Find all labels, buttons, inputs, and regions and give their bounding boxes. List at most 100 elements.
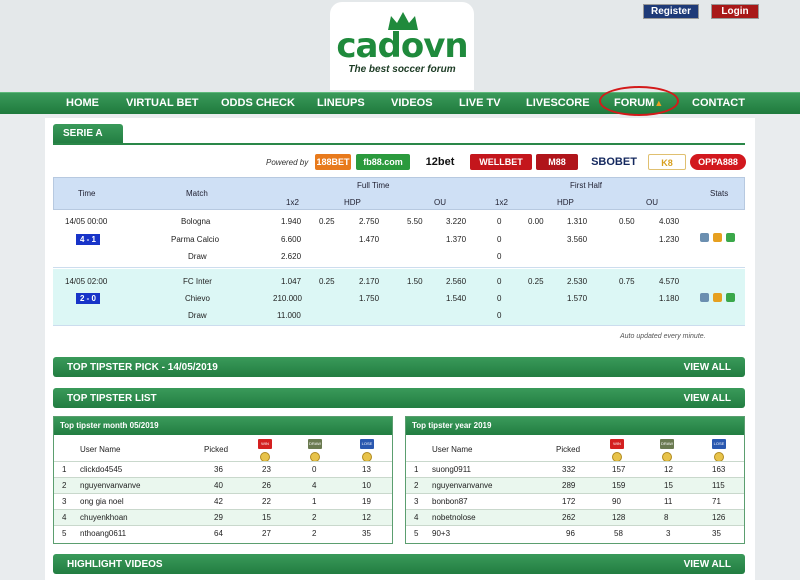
odds-value[interactable]: 2.530 xyxy=(567,277,587,286)
bookmaker-logo[interactable]: fb88.com xyxy=(356,154,410,170)
bookmaker-logo[interactable]: K8 xyxy=(648,154,686,170)
bookmaker-logo[interactable]: WELLBET xyxy=(470,154,532,170)
nav-lineups[interactable]: LINEUPS xyxy=(317,97,365,109)
odds-value[interactable]: 4.570 xyxy=(659,277,679,286)
win-badge-icon: WIN xyxy=(610,439,624,449)
user-name[interactable]: bonbon87 xyxy=(432,497,468,506)
team-away[interactable]: Parma Calcio xyxy=(171,235,219,244)
odds-value[interactable]: 1.750 xyxy=(359,294,379,303)
user-name[interactable]: nguyenvanvanve xyxy=(432,481,493,490)
odds-value[interactable]: 3.220 xyxy=(446,217,466,226)
odds-value[interactable]: 6.600 xyxy=(281,235,301,244)
stats-trend-icon[interactable] xyxy=(713,233,722,242)
nav-odds-check[interactable]: ODDS CHECK xyxy=(221,97,295,109)
tipster-row[interactable]: 3 bonbon87 172 90 11 71 xyxy=(406,493,744,509)
bookmaker-logo[interactable]: 12bet xyxy=(414,154,466,170)
bookmaker-logo[interactable]: 188BET xyxy=(315,154,351,170)
col-ft-1x2: 1x2 xyxy=(286,198,299,207)
site-logo[interactable]: cadovn The best soccer forum xyxy=(330,2,474,90)
tipster-row[interactable]: 5 90+3 96 58 3 35 xyxy=(406,525,744,541)
nav-livescore[interactable]: LIVESCORE xyxy=(526,97,590,109)
rank: 4 xyxy=(414,513,419,522)
odds-value[interactable]: 1.470 xyxy=(359,235,379,244)
stats-table-icon[interactable] xyxy=(700,293,709,302)
stats-money-icon[interactable] xyxy=(726,233,735,242)
odds-value[interactable]: 3.560 xyxy=(567,235,587,244)
bookmaker-logo[interactable]: M88 xyxy=(536,154,578,170)
tipster-row[interactable]: 1 clickdo4545 36 23 0 13 xyxy=(54,461,392,477)
tipster-year-title: Top tipster year 2019 xyxy=(406,417,744,435)
user-name[interactable]: chuyenkhoan xyxy=(80,513,128,522)
login-button[interactable]: Login xyxy=(711,4,759,19)
user-name[interactable]: nobetnolose xyxy=(432,513,476,522)
bookmaker-logo[interactable]: SBOBET xyxy=(584,154,644,170)
team-away[interactable]: Chievo xyxy=(185,294,210,303)
lose-count: 12 xyxy=(362,513,371,522)
odds-value[interactable]: 2.560 xyxy=(446,277,466,286)
odds-value[interactable]: 1.310 xyxy=(567,217,587,226)
hdp-line: 0.00 xyxy=(528,217,544,226)
nav-live-tv[interactable]: LIVE TV xyxy=(459,97,501,109)
team-home[interactable]: Bologna xyxy=(181,217,210,226)
register-button[interactable]: Register xyxy=(643,4,699,19)
user-name[interactable]: 90+3 xyxy=(432,529,450,538)
odds-value[interactable]: 1.370 xyxy=(446,235,466,244)
user-name[interactable]: suong0911 xyxy=(432,465,471,474)
odds-value[interactable]: 2.620 xyxy=(281,252,301,261)
odds-value[interactable]: 2.170 xyxy=(359,277,379,286)
odds-value[interactable]: 2.750 xyxy=(359,217,379,226)
user-name[interactable]: nguyenvanvanve xyxy=(80,481,141,490)
league-tab[interactable]: SERIE A xyxy=(53,124,123,144)
user-name[interactable]: ong gia noel xyxy=(80,497,124,506)
ou-line: 0.75 xyxy=(619,277,635,286)
tipster-row[interactable]: 2 nguyenvanvanve 289 159 15 115 xyxy=(406,477,744,493)
odds-value[interactable]: 0 xyxy=(497,217,501,226)
tipster-row[interactable]: 3 ong gia noel 42 22 1 19 xyxy=(54,493,392,509)
col-fh-1x2: 1x2 xyxy=(495,198,508,207)
tipster-row[interactable]: 4 chuyenkhoan 29 15 2 12 xyxy=(54,509,392,525)
odds-value[interactable]: 0 xyxy=(497,235,501,244)
nav-home[interactable]: HOME xyxy=(66,97,99,109)
odds-value[interactable]: 1.540 xyxy=(446,294,466,303)
tipster-row[interactable]: 5 nthoang0611 64 27 2 35 xyxy=(54,525,392,541)
match-score[interactable]: 2 - 0 xyxy=(76,293,100,304)
picked-count: 64 xyxy=(214,529,223,538)
team-home[interactable]: FC Inter xyxy=(183,277,212,286)
picked-count: 172 xyxy=(562,497,576,506)
stats-trend-icon[interactable] xyxy=(713,293,722,302)
tipster-row[interactable]: 2 nguyenvanvanve 40 26 4 10 xyxy=(54,477,392,493)
bookmaker-logo[interactable]: OPPA888 xyxy=(690,154,746,170)
odds-value[interactable]: 0 xyxy=(497,277,501,286)
nav-virtual-bet[interactable]: VIRTUAL BET xyxy=(126,97,199,109)
nav-videos[interactable]: VIDEOS xyxy=(391,97,433,109)
view-all-link[interactable]: VIEW ALL xyxy=(684,362,731,373)
match-score[interactable]: 4 - 1 xyxy=(76,234,100,245)
odds-value[interactable]: 1.570 xyxy=(567,294,587,303)
league-tab-underline xyxy=(53,143,745,145)
odds-value[interactable]: 11.000 xyxy=(277,311,301,320)
win-count: 27 xyxy=(262,529,271,538)
view-all-link[interactable]: VIEW ALL xyxy=(684,559,731,570)
odds-value[interactable]: 1.230 xyxy=(659,235,679,244)
stats-table-icon[interactable] xyxy=(700,233,709,242)
nav-contact[interactable]: CONTACT xyxy=(692,97,745,109)
odds-value[interactable]: 1.180 xyxy=(659,294,679,303)
win-count: 58 xyxy=(614,529,623,538)
user-name[interactable]: nthoang0611 xyxy=(80,529,126,538)
odds-value[interactable]: 0 xyxy=(497,311,501,320)
stats-money-icon[interactable] xyxy=(726,293,735,302)
picked-count: 332 xyxy=(562,465,576,474)
odds-value[interactable]: 4.030 xyxy=(659,217,679,226)
odds-value[interactable]: 210.000 xyxy=(273,294,302,303)
odds-value[interactable]: 1.047 xyxy=(281,277,301,286)
odds-value[interactable]: 0 xyxy=(497,252,501,261)
tipster-row[interactable]: 1 suong0911 332 157 12 163 xyxy=(406,461,744,477)
user-name[interactable]: clickdo4545 xyxy=(80,465,122,474)
tipster-row[interactable]: 4 nobetnolose 262 128 8 126 xyxy=(406,509,744,525)
odds-value[interactable]: 1.940 xyxy=(281,217,301,226)
match-time: 14/05 02:00 xyxy=(65,277,108,286)
odds-value[interactable]: 0 xyxy=(497,294,501,303)
draw-count: 1 xyxy=(312,497,317,506)
view-all-link[interactable]: VIEW ALL xyxy=(684,393,731,404)
lose-badge-icon: LOSE xyxy=(360,439,374,449)
